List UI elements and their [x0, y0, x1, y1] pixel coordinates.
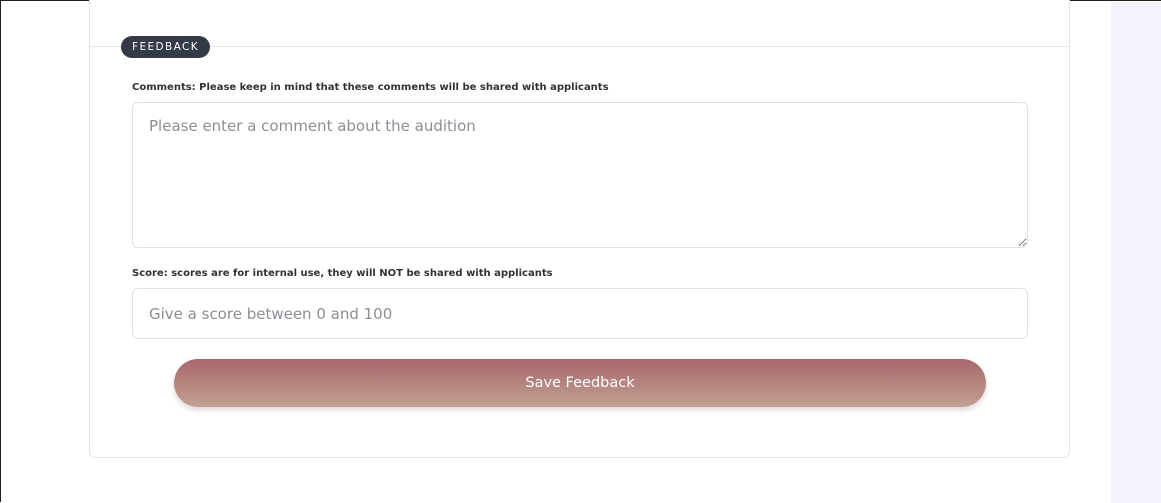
- page-content: FEEDBACK Comments: Please keep in mind t…: [49, 0, 1111, 503]
- browser-viewport: FEEDBACK Comments: Please keep in mind t…: [0, 0, 1161, 503]
- section-title-badge: FEEDBACK: [121, 36, 211, 58]
- right-gutter: [1111, 2, 1161, 503]
- section-divider: [90, 46, 1069, 47]
- feedback-card: FEEDBACK Comments: Please keep in mind t…: [89, 0, 1070, 458]
- save-feedback-button[interactable]: Save Feedback: [174, 359, 986, 407]
- comments-textarea[interactable]: [132, 102, 1028, 248]
- score-label: Score: scores are for internal use, they…: [132, 268, 553, 279]
- comments-label: Comments: Please keep in mind that these…: [132, 82, 609, 93]
- score-input[interactable]: [132, 288, 1028, 339]
- left-gutter: [10, 2, 48, 503]
